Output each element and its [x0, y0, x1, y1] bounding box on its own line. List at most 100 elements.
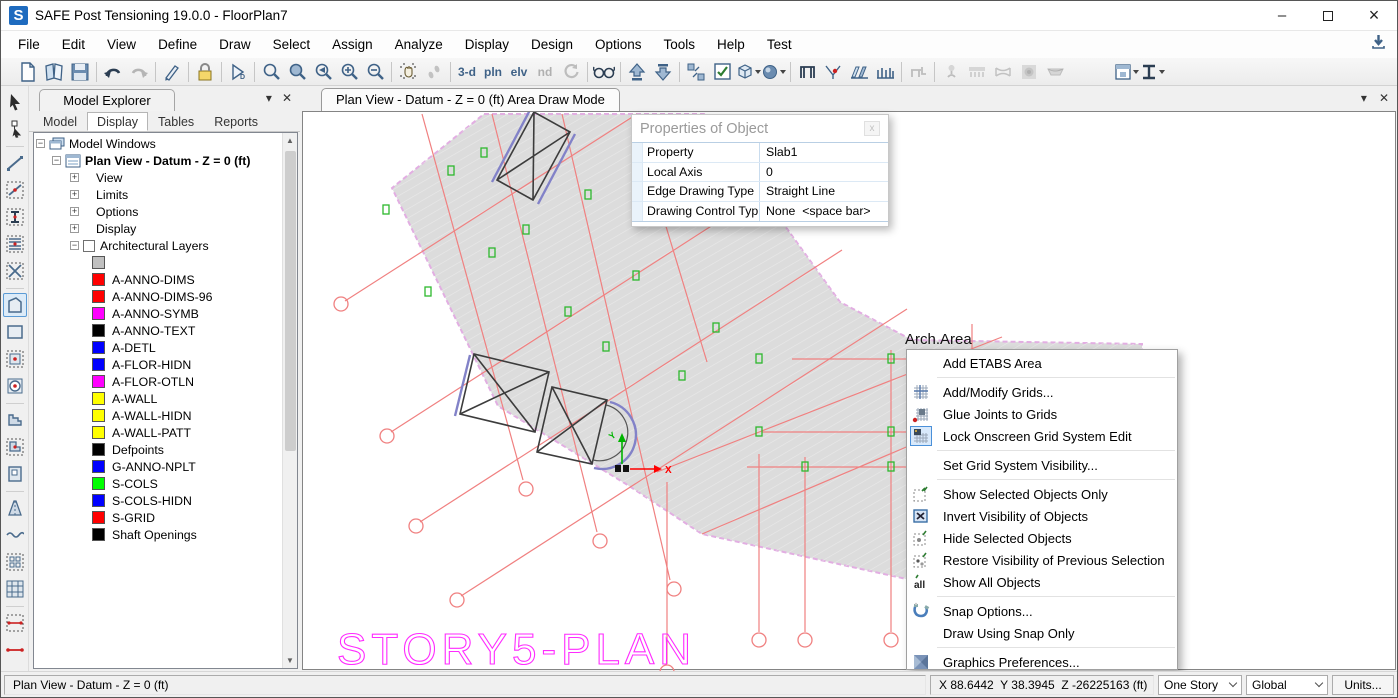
scroll-down-icon[interactable]: ▼ — [283, 653, 297, 668]
layer-color-swatch[interactable] — [92, 290, 105, 303]
property-row[interactable]: Edge Drawing Type Straight Line — [632, 182, 888, 202]
show-deformed-icon[interactable] — [938, 59, 964, 85]
expand-icon[interactable] — [70, 207, 79, 216]
object-view-dropdown[interactable] — [735, 59, 761, 85]
coordinate-system-dropdown[interactable]: Global — [1246, 675, 1328, 695]
rubber-band-zoom-icon[interactable] — [258, 59, 284, 85]
extrude-view-icon[interactable] — [846, 59, 872, 85]
model-alive-icon[interactable] — [1370, 34, 1387, 54]
show-punching-icon[interactable] — [1042, 59, 1068, 85]
draw-opening-icon[interactable] — [3, 462, 27, 486]
context-menu-item[interactable]: Lock Onscreen Grid System Edit — [907, 425, 1177, 447]
restore-full-view-icon[interactable] — [284, 59, 310, 85]
close-button[interactable]: × — [1351, 1, 1397, 30]
new-model-icon[interactable] — [15, 59, 41, 85]
frame-props-icon[interactable] — [794, 59, 820, 85]
explorer-tab[interactable]: Model — [33, 112, 87, 131]
explorer-tab[interactable]: Tables — [148, 112, 204, 131]
draw-polygon-area-icon[interactable] — [3, 293, 27, 317]
layer-color-swatch[interactable] — [92, 375, 105, 388]
explorer-tab[interactable]: Display — [87, 112, 148, 131]
tree-node-group[interactable]: Display — [36, 220, 281, 237]
lock-model-icon[interactable] — [192, 59, 218, 85]
tree-node-group[interactable]: Options — [36, 203, 281, 220]
layer-item[interactable]: A-WALL-HIDN — [36, 407, 281, 424]
layer-color-swatch[interactable] — [92, 426, 105, 439]
layer-item[interactable]: A-ANNO-TEXT — [36, 322, 281, 339]
rotate-view-icon[interactable] — [558, 59, 584, 85]
layer-color-swatch[interactable] — [92, 392, 105, 405]
property-row[interactable]: Drawing Control Typ None <space bar> — [632, 202, 888, 222]
maximize-button[interactable] — [1305, 1, 1351, 30]
context-menu-item[interactable]: all Show All Objects — [907, 571, 1177, 593]
collapse-icon[interactable] — [36, 139, 45, 148]
draw-line-icon[interactable] — [3, 151, 27, 175]
menu-item[interactable]: Define — [147, 33, 208, 56]
layer-item[interactable] — [36, 254, 281, 271]
layer-color-swatch[interactable] — [92, 460, 105, 473]
quick-draw-beam-icon[interactable] — [3, 205, 27, 229]
property-value[interactable]: None <space bar> — [760, 204, 871, 218]
layer-color-swatch[interactable] — [92, 494, 105, 507]
menu-item[interactable]: Assign — [321, 33, 384, 56]
move-down-level-icon[interactable] — [650, 59, 676, 85]
show-loads-icon[interactable] — [964, 59, 990, 85]
property-value[interactable]: Straight Line — [760, 184, 835, 198]
context-menu-item[interactable]: Draw Using Snap Only — [907, 622, 1177, 644]
draw-wall-icon[interactable] — [3, 408, 27, 432]
joint-vector-icon[interactable] — [820, 59, 846, 85]
tendon-layout-icon[interactable] — [3, 577, 27, 601]
property-row[interactable]: Local Axis 0 — [632, 163, 888, 183]
expand-icon[interactable] — [70, 224, 79, 233]
properties-close-icon[interactable]: x — [864, 121, 880, 136]
quick-draw-dimension-icon[interactable] — [3, 611, 27, 635]
expand-icon[interactable] — [70, 173, 79, 182]
property-value[interactable]: 0 — [760, 165, 773, 179]
object-shrink-icon[interactable] — [683, 59, 709, 85]
menu-item[interactable]: Design — [520, 33, 584, 56]
layer-item[interactable]: S-GRID — [36, 509, 281, 526]
zoom-in-icon[interactable] — [336, 59, 362, 85]
run-analysis-icon[interactable]: D — [225, 59, 251, 85]
collapse-icon[interactable] — [52, 156, 61, 165]
collapse-icon[interactable] — [70, 241, 79, 250]
quick-draw-brace-icon[interactable] — [3, 259, 27, 283]
draw-parabola-icon[interactable] — [3, 523, 27, 547]
display-options-icon[interactable] — [709, 59, 735, 85]
open-model-icon[interactable] — [41, 59, 67, 85]
layer-color-swatch[interactable] — [92, 324, 105, 337]
redo-icon[interactable] — [126, 59, 152, 85]
menu-item[interactable]: Select — [262, 33, 322, 56]
layer-color-swatch[interactable] — [92, 273, 105, 286]
layer-item[interactable]: A-WALL-PATT — [36, 424, 281, 441]
perspective-icon[interactable] — [591, 59, 617, 85]
pen-icon[interactable] — [159, 59, 185, 85]
previous-zoom-icon[interactable] — [310, 59, 336, 85]
menu-item[interactable]: Draw — [208, 33, 262, 56]
menu-item[interactable]: File — [7, 33, 51, 56]
context-menu-item[interactable]: Restore Visibility of Previous Selection — [907, 549, 1177, 571]
context-menu-item[interactable]: Graphics Preferences... — [907, 651, 1177, 670]
draw-tendon-icon[interactable] — [3, 496, 27, 520]
menu-item[interactable]: Options — [584, 33, 653, 56]
explorer-tab[interactable]: Reports — [204, 112, 268, 131]
layer-item[interactable]: A-FLOR-HIDN — [36, 356, 281, 373]
context-menu-item[interactable]: Snap Options... — [907, 600, 1177, 622]
menu-item[interactable]: Test — [756, 33, 803, 56]
menu-item[interactable]: Edit — [51, 33, 96, 56]
model-explorer-title[interactable]: Model Explorer — [39, 89, 175, 111]
layer-item[interactable]: Defpoints — [36, 441, 281, 458]
zoom-out-icon[interactable] — [362, 59, 388, 85]
rib-view-icon[interactable] — [872, 59, 898, 85]
walkthrough-icon[interactable] — [421, 59, 447, 85]
menu-item[interactable]: View — [96, 33, 147, 56]
explorer-close-icon[interactable]: ✕ — [282, 91, 292, 105]
layer-item[interactable]: Shaft Openings — [36, 526, 281, 543]
draw-dimension-line-icon[interactable] — [3, 638, 27, 662]
units-button[interactable]: Units... — [1332, 675, 1394, 695]
layer-color-swatch[interactable] — [92, 511, 105, 524]
layer-item[interactable]: A-WALL — [36, 390, 281, 407]
scroll-up-icon[interactable]: ▲ — [283, 133, 297, 148]
explorer-menu-dropdown-icon[interactable]: ▾ — [266, 91, 272, 105]
layer-item[interactable]: A-FLOR-OTLN — [36, 373, 281, 390]
